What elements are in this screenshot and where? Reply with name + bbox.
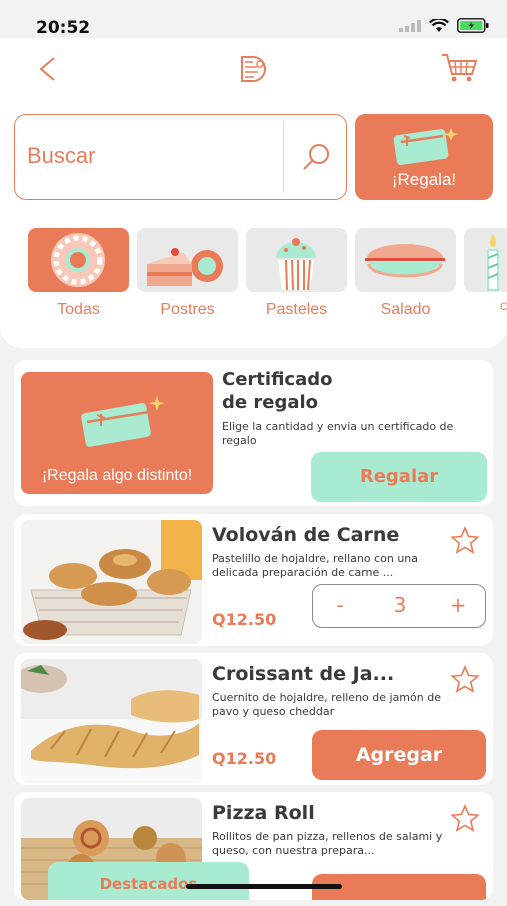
product-card[interactable]: Volován de Carne Pastelillo de hojaldre,… <box>14 514 493 646</box>
add-button[interactable]: Agregar <box>312 730 486 780</box>
increment-button[interactable]: + <box>443 593 473 617</box>
gift-card-icon <box>81 396 165 447</box>
category-comp[interactable]: Comp <box>464 228 507 313</box>
search-box <box>14 114 347 200</box>
signal-icon <box>399 19 421 32</box>
gift-certificate-title-line2: de regalo <box>222 392 319 413</box>
product-image <box>21 659 202 783</box>
product-title: Volován de Carne <box>212 524 400 546</box>
category-tile <box>355 228 456 292</box>
decrement-button[interactable]: - <box>325 593 355 617</box>
product-title: Croissant de Ja... <box>212 663 395 685</box>
favorite-star-icon[interactable] <box>450 804 480 832</box>
gift-button[interactable]: ¡Regala! <box>355 114 493 200</box>
category-label: Pasteles <box>265 301 328 318</box>
category-label: Todas <box>57 301 100 318</box>
donut-icon <box>51 233 105 287</box>
product-description: Cuernito de hojaldre, relleno de jamón d… <box>212 691 441 718</box>
category-label: Postres <box>160 301 215 318</box>
category-label: Comp <box>499 301 507 313</box>
category-postres[interactable]: Postres <box>137 228 238 319</box>
croissant-photo <box>21 659 202 783</box>
candle-icon <box>487 234 499 291</box>
category-tile <box>137 228 238 292</box>
product-image <box>21 520 202 644</box>
quantity-value: 3 <box>393 593 407 617</box>
category-bar: Todas Postres Pasteles Salado C <box>0 228 507 328</box>
battery-icon <box>457 18 489 33</box>
cupcake-icon <box>276 238 316 291</box>
tab-destacados[interactable]: Destacados <box>48 862 249 900</box>
wifi-icon <box>429 18 449 32</box>
quantity-stepper: - 3 + <box>312 584 486 628</box>
cart-icon[interactable] <box>440 52 478 84</box>
product-price: Q12.50 <box>212 610 277 629</box>
category-pasteles[interactable]: Pasteles <box>246 228 347 319</box>
category-salado[interactable]: Salado <box>355 228 456 319</box>
cake-slice-icon <box>147 248 223 286</box>
favorite-star-icon[interactable] <box>450 665 480 693</box>
volovan-photo <box>21 520 202 644</box>
favorite-star-icon[interactable] <box>450 526 480 554</box>
back-arrow-icon[interactable] <box>34 56 60 82</box>
search-input[interactable] <box>27 117 282 195</box>
gift-certificate-image: ¡Regala algo distinto! <box>21 372 213 494</box>
gift-certificate-card[interactable]: ¡Regala algo distinto! Certificado de re… <box>14 360 493 506</box>
gift-certificate-title-line1: Certificado <box>222 369 333 390</box>
product-description: Pastelillo de hojaldre, rellano con una … <box>212 552 418 579</box>
category-tile <box>464 228 507 292</box>
regalar-button[interactable]: Regalar <box>311 452 487 502</box>
category-label: Salado <box>380 301 431 318</box>
search-divider <box>283 121 284 193</box>
product-card[interactable]: Croissant de Ja... Cuernito de hojaldre,… <box>14 653 493 785</box>
gift-button-label: ¡Regala! <box>391 170 457 189</box>
product-description: Rollitos de pan pizza, rellenos de salam… <box>212 830 443 857</box>
status-time: 20:52 <box>36 18 91 38</box>
home-indicator <box>186 884 342 889</box>
category-tile <box>28 228 129 292</box>
sandwich-icon <box>365 244 445 278</box>
search-icon[interactable] <box>299 139 335 175</box>
gift-certificate-image-text: ¡Regala algo distinto! <box>41 467 193 484</box>
gift-certificate-description: Elige la cantidad y envia un certificado… <box>222 420 454 447</box>
category-tile <box>246 228 347 292</box>
gift-card-icon <box>393 128 458 165</box>
status-bar: 20:52 <box>0 0 507 38</box>
status-icons <box>399 18 489 33</box>
category-todas[interactable]: Todas <box>28 228 129 319</box>
product-price: Q12.50 <box>212 749 277 768</box>
bakery-logo-icon <box>241 56 266 82</box>
gift-certificate-title: Certificado de regalo <box>222 368 332 414</box>
product-title: Pizza Roll <box>212 802 315 824</box>
